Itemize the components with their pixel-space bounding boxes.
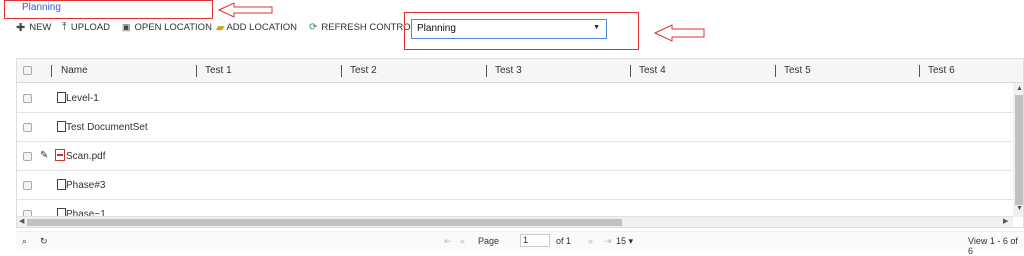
column-separator [486,65,487,77]
plus-icon: ✚ [16,22,26,34]
scroll-down-icon[interactable]: ▼ [1016,205,1023,212]
row-name[interactable]: Test DocumentSet [66,122,148,133]
scroll-right-icon[interactable]: ▶ [1003,217,1008,225]
new-button[interactable]: ✚ NEW [16,20,51,35]
refresh-control-button-label: REFRESH CONTROL [321,22,416,33]
row-checkbox[interactable] [23,152,32,161]
folder-icon [57,92,66,103]
view-select[interactable]: Planning ▼ [411,19,607,39]
edit-pencil-icon[interactable]: ✎ [40,150,48,161]
open-location-button[interactable]: ▣ OPEN LOCATION [122,20,212,35]
table-row[interactable]: ✎ Scan.pdf [17,142,1013,171]
column-separator [919,65,920,77]
grid-header: Name Test 1 Test 2 Test 3 Test 4 Test 5 … [17,59,1023,83]
refresh-icon[interactable]: ↻ [40,236,48,247]
refresh-control-button[interactable]: ⟳ REFRESH CONTROL [309,20,416,35]
table-row[interactable]: Phase#3 [17,171,1013,200]
last-page-icon[interactable]: ⇥ [604,236,612,247]
add-location-button[interactable]: ▰ ADD LOCATION [216,20,297,35]
row-name[interactable]: Phase~1 [66,209,106,216]
column-header-test-3[interactable]: Test 3 [495,65,522,76]
row-checkbox[interactable] [23,94,32,103]
view-summary: View 1 - 6 of 6 [968,236,1018,256]
column-header-test-4[interactable]: Test 4 [639,65,666,76]
vertical-scroll-thumb[interactable] [1015,95,1023,205]
pdf-file-icon [55,149,65,161]
open-location-icon: ▣ [122,22,131,32]
document-grid: Name Test 1 Test 2 Test 3 Test 4 Test 5 … [16,58,1024,228]
horizontal-scroll-thumb[interactable] [27,219,622,226]
next-page-icon[interactable]: » [588,236,593,246]
row-name[interactable]: Level-1 [66,93,99,104]
upload-button-label: UPLOAD [70,22,110,33]
upload-icon: ⤒ [62,21,67,33]
column-separator [630,65,631,77]
horizontal-scrollbar[interactable]: ◀ ▶ [17,217,1013,227]
first-page-icon[interactable]: ⇤ [444,236,452,247]
column-header-test-6[interactable]: Test 6 [928,65,955,76]
upload-button[interactable]: ⤒ UPLOAD [62,20,110,35]
column-separator [51,65,52,77]
refresh-icon: ⟳ [309,22,318,33]
column-separator [341,65,342,77]
folder-icon [57,208,66,216]
document-set-icon [57,121,66,132]
prev-page-icon[interactable]: « [460,236,465,246]
row-name[interactable]: Scan.pdf [66,151,105,162]
select-all-checkbox[interactable] [23,66,32,75]
new-button-label: NEW [29,22,52,33]
column-header-test-2[interactable]: Test 2 [350,65,377,76]
pager: ⌕ ↻ ⇤ « Page 1 of 1 » ⇥ 15 ▾ View 1 - 6 … [16,231,1024,256]
column-header-test-1[interactable]: Test 1 [205,65,232,76]
caret-down-icon: ▾ [628,236,634,246]
column-header-test-5[interactable]: Test 5 [784,65,811,76]
scroll-up-icon[interactable]: ▲ [1016,85,1023,92]
breadcrumb[interactable]: Planning [22,2,61,13]
caret-down-icon: ▼ [593,24,600,31]
folder-icon [57,179,66,190]
column-separator [775,65,776,77]
table-row[interactable]: Level-1 [17,84,1013,113]
view-select-value: Planning [417,23,456,34]
add-location-button-label: ADD LOCATION [226,22,298,33]
search-icon[interactable]: ⌕ [22,236,27,247]
row-checkbox[interactable] [23,181,32,190]
row-checkbox[interactable] [23,210,32,216]
column-separator [196,65,197,77]
row-checkbox[interactable] [23,123,32,132]
annotation-arrow-left-icon [654,24,705,42]
annotation-arrow-left-icon [218,2,273,18]
page-size-value: 15 [616,236,627,246]
vertical-scrollbar[interactable]: ▲ ▼ [1013,83,1023,217]
open-location-button-label: OPEN LOCATION [134,22,212,33]
page-count: of 1 [556,236,572,246]
table-row[interactable]: Test DocumentSet [17,113,1013,142]
column-header-name[interactable]: Name [61,65,88,76]
page-label: Page [478,236,500,246]
scroll-left-icon[interactable]: ◀ [19,217,24,225]
row-name[interactable]: Phase#3 [66,180,105,191]
table-row[interactable]: Phase~1 [17,200,1013,217]
folder-add-icon: ▰ [216,22,225,34]
page-number-input[interactable]: 1 [520,234,550,247]
page-size-select[interactable]: 15 ▾ [616,236,633,247]
